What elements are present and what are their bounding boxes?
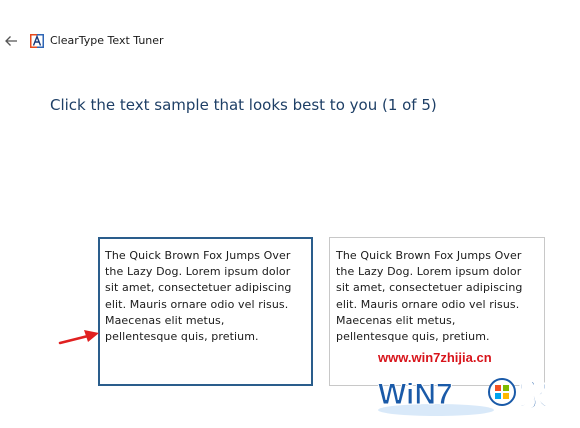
red-arrow-icon bbox=[58, 330, 99, 345]
watermark-url: www.win7zhijia.cn bbox=[378, 350, 492, 365]
text-sample-1-selected[interactable]: The Quick Brown Fox Jumps Over the Lazy … bbox=[98, 237, 313, 386]
back-button[interactable] bbox=[2, 32, 20, 50]
instruction-heading: Click the text sample that looks best to… bbox=[50, 96, 437, 114]
cleartype-icon bbox=[30, 34, 44, 48]
svg-text:家: 家 bbox=[518, 379, 548, 414]
sample-1-text: The Quick Brown Fox Jumps Over the Lazy … bbox=[105, 249, 292, 344]
sample-2-text: The Quick Brown Fox Jumps Over the Lazy … bbox=[336, 249, 523, 344]
watermark-logo: WiN7 家 bbox=[378, 378, 549, 416]
app-title: ClearType Text Tuner bbox=[50, 34, 164, 47]
title-bar: ClearType Text Tuner bbox=[0, 30, 580, 52]
svg-text:WiN7: WiN7 bbox=[378, 378, 453, 411]
watermark: www.win7zhijia.cn WiN7 家 bbox=[378, 350, 578, 420]
arrow-left-icon bbox=[5, 36, 17, 46]
